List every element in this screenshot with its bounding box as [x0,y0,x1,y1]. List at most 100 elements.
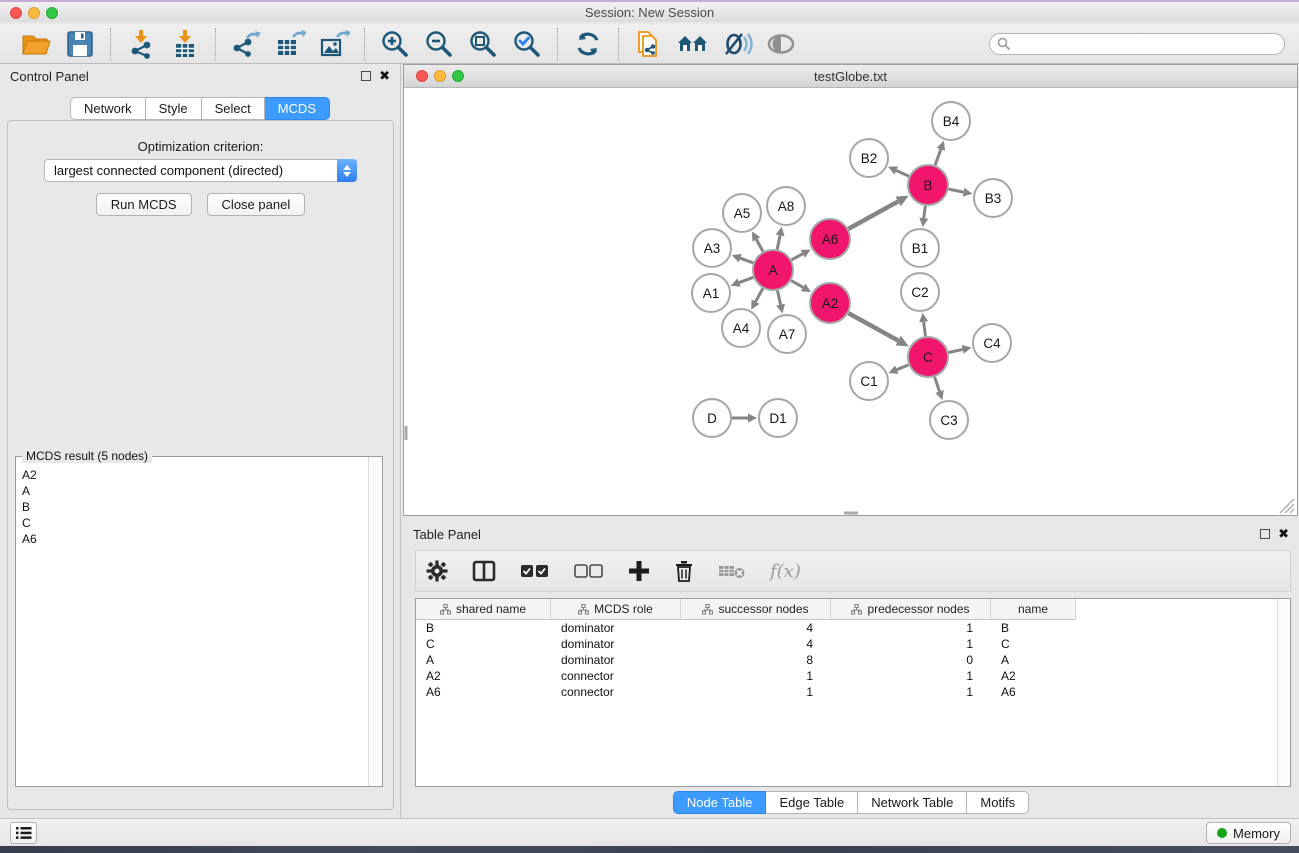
table-cell[interactable]: C [991,637,1076,651]
hide-details-eye-button[interactable] [759,27,803,61]
import-table-button[interactable] [163,27,207,61]
mcds-result-item[interactable]: C [22,515,37,531]
export-network-button[interactable] [224,27,268,61]
table-row[interactable]: A6connector11A6 [416,684,1076,700]
tab-network[interactable]: Network [70,97,146,120]
export-image-button[interactable] [312,27,356,61]
run-mcds-button[interactable]: Run MCDS [96,193,192,216]
float-panel-icon[interactable] [361,71,371,81]
add-column-button[interactable] [628,556,650,586]
table-cell[interactable]: A6 [416,685,551,699]
zoom-fit-button[interactable] [461,27,505,61]
mcds-result-item[interactable]: A2 [22,467,37,483]
table-cell[interactable]: 0 [831,653,991,667]
table-cell[interactable]: dominator [551,637,681,651]
column-header-MCDS-role[interactable]: MCDS role [551,599,681,619]
open-file-button[interactable] [14,27,58,61]
table-tab-motifs[interactable]: Motifs [967,791,1029,814]
select-all-button[interactable] [520,556,550,586]
graph-edge-A-A4[interactable] [755,288,762,301]
graph-edge-C-C4[interactable] [949,349,963,352]
table-tab-node-table[interactable]: Node Table [673,791,767,814]
table-scrollbar[interactable] [1277,599,1290,786]
graphics-details-button[interactable] [715,27,759,61]
graph-edge-C-C2[interactable] [924,322,926,336]
close-panel-button[interactable]: Close panel [207,193,306,216]
refresh-layout-button[interactable] [566,27,610,61]
tab-style[interactable]: Style [146,97,202,120]
table-cell[interactable]: B [991,621,1076,635]
graph-edge-A-A7[interactable] [777,291,780,305]
close-panel-icon[interactable]: ✖ [379,71,390,81]
graph-edge-A6-B[interactable] [848,201,898,228]
split-columns-button[interactable] [472,556,496,586]
table-cell[interactable]: dominator [551,621,681,635]
float-table-panel-icon[interactable] [1260,529,1270,539]
table-cell[interactable]: A [991,653,1076,667]
graph-edge-B-B1[interactable] [924,206,926,218]
graph-edge-A-A3[interactable] [740,258,753,263]
graph-edge-A-A1[interactable] [739,277,753,282]
table-cell[interactable]: 4 [681,621,831,635]
table-tab-network-table[interactable]: Network Table [858,791,967,814]
result-scrollbar[interactable] [368,457,382,786]
table-cell[interactable]: A [416,653,551,667]
graph-edge-C-C3[interactable] [935,377,940,392]
table-cell[interactable]: 1 [681,669,831,683]
graph-edge-B-B3[interactable] [949,189,964,192]
column-header-name[interactable]: name [991,599,1076,619]
resize-grip-icon[interactable] [1285,504,1294,513]
table-cell[interactable]: A6 [991,685,1076,699]
table-cell[interactable]: A2 [416,669,551,683]
mcds-result-item[interactable]: B [22,499,37,515]
table-cell[interactable]: 1 [681,685,831,699]
table-cell[interactable]: 4 [681,637,831,651]
save-session-button[interactable] [58,27,102,61]
duplicate-network-button[interactable] [627,27,671,61]
table-cell[interactable]: 1 [831,637,991,651]
show-panels-list-button[interactable] [10,822,37,844]
mcds-result-item[interactable]: A [22,483,37,499]
column-header-predecessor-nodes[interactable]: predecessor nodes [831,599,991,619]
import-network-button[interactable] [119,27,163,61]
network-graph-canvas[interactable]: B4B2BB3A8A5A6A3B1AC2A1A2A4A7C4CC1DD1C3 [404,88,1297,515]
criterion-dropdown[interactable]: largest connected component (directed) [44,159,357,182]
table-cell[interactable]: connector [551,669,681,683]
function-builder-button[interactable]: f(x) [770,556,801,586]
table-row[interactable]: A2connector11A2 [416,668,1076,684]
table-settings-button[interactable] [426,556,448,586]
memory-button[interactable]: Memory [1206,822,1291,844]
graph-edge-A-A8[interactable] [777,235,780,249]
table-cell[interactable]: 1 [831,685,991,699]
graph-edge-A-A2[interactable] [791,281,803,288]
export-table-button[interactable] [268,27,312,61]
tab-select[interactable]: Select [202,97,265,120]
delete-column-button[interactable] [674,556,694,586]
graph-edge-B-B2[interactable] [896,170,909,176]
table-cell[interactable]: B [416,621,551,635]
zoom-in-button[interactable] [373,27,417,61]
graph-edge-A2-C[interactable] [848,313,898,340]
table-row[interactable]: Adominator80A [416,652,1076,668]
mcds-result-item[interactable]: A6 [22,531,37,547]
birdseye-home-button[interactable] [671,27,715,61]
table-row[interactable]: Bdominator41B [416,620,1076,636]
column-header-successor-nodes[interactable]: successor nodes [681,599,831,619]
graph-edge-A-A5[interactable] [756,239,763,251]
zoom-out-button[interactable] [417,27,461,61]
table-row[interactable]: Cdominator41C [416,636,1076,652]
graph-edge-B-B4[interactable] [935,149,941,165]
close-table-panel-icon[interactable]: ✖ [1278,529,1289,539]
graph-edge-C-C1[interactable] [897,365,909,370]
search-input[interactable] [989,33,1285,55]
table-cell[interactable]: C [416,637,551,651]
table-cell[interactable]: dominator [551,653,681,667]
table-cell[interactable]: connector [551,685,681,699]
resize-grip-icon[interactable] [1290,509,1294,513]
column-header-shared-name[interactable]: shared name [416,599,551,619]
tab-mcds[interactable]: MCDS [265,97,330,120]
table-cell[interactable]: 8 [681,653,831,667]
zoom-selected-button[interactable] [505,27,549,61]
graph-edge-A-A6[interactable] [791,254,802,260]
unselect-all-button[interactable] [574,556,604,586]
